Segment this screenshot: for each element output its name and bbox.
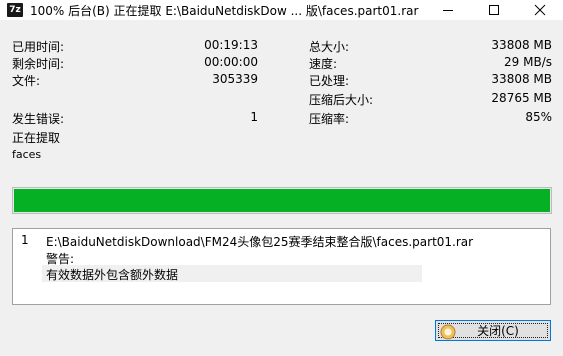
processed-row: 已处理: 33808 MB: [309, 72, 552, 90]
elapsed-time-value: 00:19:13: [204, 38, 258, 52]
speed-value: 29 MB/s: [504, 55, 552, 69]
compression-ratio-value: 85%: [525, 110, 552, 124]
message-archive-path: E:\BaiduNetdiskDownload\FM24头像包25赛季结束整合版…: [46, 235, 474, 249]
progress-bar: [12, 187, 552, 214]
errors-label: 发生错误:: [12, 112, 65, 126]
close-button-label: 关闭(C): [477, 324, 519, 338]
maximize-icon: [489, 5, 499, 15]
operation-status: 正在提取: [12, 131, 61, 145]
speed-label: 速度:: [309, 57, 338, 71]
close-window-button[interactable]: [517, 0, 563, 20]
elapsed-time-row: 已用时间: 00:19:13: [12, 38, 258, 56]
progress-fill: [14, 189, 550, 212]
processed-value: 33808 MB: [491, 72, 552, 86]
processed-label: 已处理:: [309, 74, 350, 88]
total-size-row: 总大小: 33808 MB: [309, 38, 552, 56]
window-title: 100% 后台(B) 正在提取 E:\BaiduNetdiskDow ... 版…: [30, 4, 419, 18]
compression-ratio-row: 压缩率: 85%: [309, 110, 552, 128]
message-warning-text: 有效数据外包含额外数据: [46, 268, 179, 282]
remaining-time-label: 剩余时间:: [12, 57, 65, 71]
total-size-label: 总大小:: [309, 40, 350, 54]
remaining-time-value: 00:00:00: [204, 55, 258, 69]
packed-size-value: 28765 MB: [491, 91, 552, 105]
errors-value: 1: [250, 110, 258, 124]
errors-row: 发生错误: 1: [12, 110, 258, 128]
elapsed-time-label: 已用时间:: [12, 40, 65, 54]
files-row: 文件: 305339: [12, 72, 258, 90]
speed-row: 速度: 29 MB/s: [309, 55, 552, 73]
files-value: 305339: [212, 72, 258, 86]
minimize-button[interactable]: [425, 0, 471, 20]
message-number: 1: [21, 233, 29, 247]
compression-ratio-label: 压缩率:: [309, 112, 350, 126]
minimize-icon: [443, 10, 453, 11]
current-file: faces: [12, 148, 42, 161]
files-label: 文件:: [12, 74, 41, 88]
messages-list[interactable]: 1 E:\BaiduNetdiskDownload\FM24头像包25赛季结束整…: [12, 228, 551, 305]
packed-size-row: 压缩后大小: 28765 MB: [309, 91, 552, 109]
close-icon: [534, 4, 546, 16]
maximize-button[interactable]: [471, 0, 517, 20]
app-7zip-icon: 7z: [7, 3, 23, 17]
packed-size-label: 压缩后大小:: [309, 93, 374, 107]
total-size-value: 33808 MB: [491, 38, 552, 52]
button-emblem-icon: [440, 324, 456, 340]
title-bar: 7z 100% 后台(B) 正在提取 E:\BaiduNetdiskDow ..…: [0, 0, 563, 20]
remaining-time-row: 剩余时间: 00:00:00: [12, 55, 258, 73]
close-button[interactable]: 关闭(C): [435, 320, 551, 341]
